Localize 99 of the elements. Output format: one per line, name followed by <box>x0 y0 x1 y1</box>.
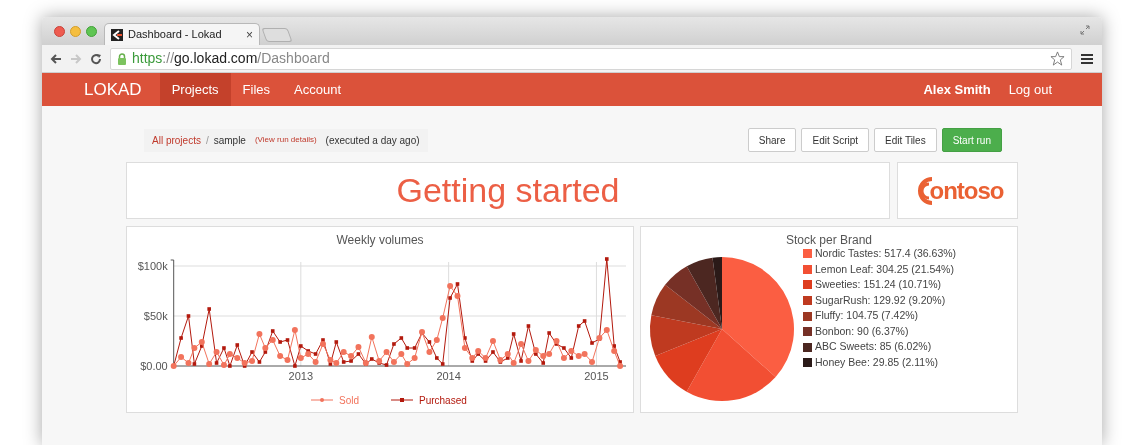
legend-label: Lemon Leaf: 304.25 (21.54%) <box>815 261 954 277</box>
toolbar-button[interactable]: Share <box>747 128 797 152</box>
data-point <box>440 362 445 366</box>
data-point <box>269 337 276 343</box>
data-point <box>605 257 609 261</box>
data-point <box>547 331 551 335</box>
data-point <box>399 336 404 340</box>
legend-label: Nordic Tastes: 517.4 (36.63%) <box>815 246 957 261</box>
toolbar-button[interactable]: Edit Script <box>801 128 870 152</box>
data-point <box>489 338 496 344</box>
axis-label: $100k <box>137 260 168 272</box>
data-point <box>312 359 319 365</box>
breadcrumb-link[interactable]: All projects <box>152 132 201 148</box>
dashboard-title: Getting started <box>396 170 620 211</box>
legend-marker-icon <box>310 398 334 402</box>
legend-label: SugarRush: 129.92 (9.20%) <box>815 292 946 308</box>
data-point <box>419 329 425 335</box>
data-point <box>392 342 396 346</box>
start-run-button[interactable]: Start run <box>941 128 1002 152</box>
axis-label: 2013 <box>288 370 314 382</box>
data-point <box>368 334 375 340</box>
data-point <box>439 315 446 321</box>
breadcrumb-current: sample <box>213 133 246 148</box>
toolbar-button[interactable]: Edit Tiles <box>874 128 937 152</box>
axis-label: 2014 <box>436 370 461 382</box>
data-point <box>207 307 211 311</box>
data-point <box>603 327 610 333</box>
legend-label: Honey Bee: 29.85 (2.11%) <box>815 355 938 371</box>
data-point <box>334 340 339 344</box>
legend-label: Sweeties: 151.24 (10.71%) <box>815 277 942 293</box>
data-point <box>590 341 594 345</box>
brand-logo[interactable]: LOKAD <box>84 73 160 106</box>
data-point <box>463 336 467 340</box>
data-point <box>270 329 275 333</box>
data-point <box>235 343 240 347</box>
data-point <box>179 336 183 340</box>
data-point <box>596 335 603 341</box>
nav-tab[interactable]: Account <box>282 73 354 106</box>
data-point <box>291 327 298 333</box>
back-icon[interactable] <box>50 52 62 65</box>
legend-label: Purchased <box>419 395 467 406</box>
data-point <box>454 293 461 299</box>
data-point <box>412 346 417 350</box>
user-name[interactable]: Alex Smith <box>923 73 1009 106</box>
data-point <box>525 358 532 364</box>
legend-label: Sold <box>339 395 359 406</box>
logout-link[interactable]: Log out <box>1008 73 1052 106</box>
logo-text: ontoso <box>929 175 1004 206</box>
nav-tab[interactable]: Projects <box>159 73 231 106</box>
data-point <box>461 345 468 351</box>
legend-label: Bonbon: 90 (6.37%) <box>815 323 909 339</box>
tab-title: Dashboard - Lokad <box>128 27 222 43</box>
chart-title: Stock per Brand <box>784 232 873 248</box>
data-point <box>526 324 531 328</box>
zoom-window-button[interactable] <box>86 26 97 37</box>
data-point <box>519 359 523 363</box>
data-point <box>256 331 263 337</box>
data-point <box>511 332 516 336</box>
menu-icon[interactable] <box>1080 52 1094 65</box>
reload-icon[interactable] <box>90 52 102 65</box>
data-point <box>448 296 452 300</box>
star-icon[interactable] <box>1050 51 1065 66</box>
minimize-window-button[interactable] <box>70 26 81 37</box>
legend-marker-icon <box>390 398 414 402</box>
chevron-logo-icon <box>111 28 123 41</box>
axis-label: $50k <box>143 310 168 322</box>
nav-tab[interactable]: Files <box>230 73 283 106</box>
data-point <box>518 341 525 347</box>
data-point <box>170 363 177 369</box>
data-point <box>213 349 220 355</box>
breadcrumb-separator: / <box>205 133 209 148</box>
data-point <box>250 350 254 354</box>
axis-label: $0.00 <box>140 360 168 372</box>
chart-title: Weekly volumes <box>335 232 425 248</box>
data-point <box>285 338 290 342</box>
data-point <box>541 361 546 365</box>
address-field[interactable]: https://go.lokad.com/Dashboard <box>110 47 1072 70</box>
url-text: https://go.lokad.com/Dashboard <box>132 49 330 68</box>
axis-label: 2015 <box>584 370 609 382</box>
data-point <box>383 349 390 355</box>
run-status-text: (executed a day ago) <box>325 133 420 148</box>
data-point <box>299 344 303 348</box>
data-point <box>491 350 495 354</box>
data-point <box>186 314 191 318</box>
fullscreen-icon[interactable] <box>1080 25 1090 35</box>
legend-label: Fluffy: 104.75 (7.42%) <box>815 308 919 324</box>
data-point <box>589 359 595 365</box>
data-point <box>293 364 297 368</box>
data-point <box>278 340 282 344</box>
data-point <box>426 349 433 355</box>
lock-icon <box>117 52 127 65</box>
tab-close-button[interactable]: × <box>246 28 253 41</box>
run-details-link[interactable]: (View run details) <box>254 134 317 146</box>
data-point <box>435 356 439 360</box>
data-point <box>355 344 362 350</box>
close-window-button[interactable] <box>54 26 65 37</box>
legend-label: ABC Sweets: 85 (6.02%) <box>815 339 932 355</box>
data-point <box>562 346 566 350</box>
browser-tab[interactable]: Dashboard - Lokad × <box>104 23 260 45</box>
